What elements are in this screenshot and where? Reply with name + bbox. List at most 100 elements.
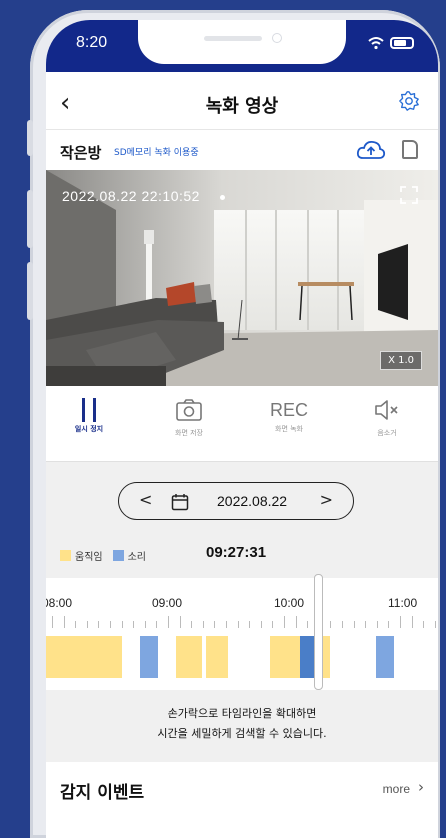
mute-button[interactable]: 음소거 xyxy=(352,398,422,438)
camera-icon xyxy=(176,399,202,421)
phone-side-button xyxy=(27,190,33,248)
timeline-tick xyxy=(110,621,111,628)
speaker-grille xyxy=(204,36,262,41)
hour-label: 10:00 xyxy=(274,596,305,610)
date-picker: < 2022.08.22 > xyxy=(118,482,354,520)
timeline-tick xyxy=(63,616,65,628)
timeline-tick xyxy=(144,621,146,628)
timeline-tick xyxy=(226,621,227,628)
legend-sound: 소리 xyxy=(112,548,147,563)
sound-segment[interactable] xyxy=(376,636,394,678)
wifi-icon xyxy=(368,37,384,50)
battery-icon xyxy=(390,37,414,49)
timeline-tick xyxy=(214,621,216,628)
legend-sound-label: 소리 xyxy=(127,552,147,563)
timeline-tick xyxy=(98,621,100,628)
status-bar: 8:20 xyxy=(46,20,438,72)
sd-card-icon[interactable] xyxy=(402,140,418,159)
next-date-button[interactable]: > xyxy=(320,490,333,509)
zoom-badge[interactable]: X 1.0 xyxy=(380,351,422,370)
timeline-track[interactable]: 08:00 09:00 10:00 11:00 xyxy=(46,574,438,690)
hour-label: 09:00 xyxy=(152,596,183,610)
timeline-tick xyxy=(400,616,401,628)
timeline-tick xyxy=(342,621,343,628)
motion-swatch xyxy=(60,550,71,561)
phone-notch xyxy=(138,20,346,64)
timeline-tick xyxy=(295,616,297,628)
hour-label: 08:00 xyxy=(46,596,73,610)
timeline-tick xyxy=(249,621,251,628)
timeline-tick xyxy=(156,621,158,628)
app-header: ‹ 녹화 영상 xyxy=(46,78,438,130)
sound-segment[interactable] xyxy=(140,636,158,678)
camera-name: 작은방 xyxy=(60,144,102,162)
timeline-playhead[interactable] xyxy=(314,574,323,690)
mute-icon xyxy=(375,400,398,420)
status-time: 8:20 xyxy=(76,34,108,51)
record-label: 화면 녹화 xyxy=(275,425,303,433)
timeline-tick xyxy=(202,621,204,628)
page-title: 녹화 영상 xyxy=(205,96,279,117)
phone-side-button xyxy=(27,120,33,156)
mute-label: 음소거 xyxy=(377,429,397,437)
timeline-tick xyxy=(75,621,77,628)
timeline-tick xyxy=(330,621,332,628)
timeline-tick xyxy=(307,621,309,628)
screenshot-label: 화면 저장 xyxy=(175,429,203,437)
cloud-upload-icon[interactable] xyxy=(356,138,386,162)
motion-segment[interactable] xyxy=(206,636,228,678)
timeline-legend: 움직임 소리 xyxy=(60,548,156,563)
current-time: 09:27:31 xyxy=(206,544,267,561)
timeline-tick xyxy=(365,621,367,628)
timeline-tick xyxy=(388,621,390,628)
fullscreen-icon[interactable] xyxy=(400,186,418,204)
timeline-tick xyxy=(179,616,181,628)
timeline-tick xyxy=(423,621,425,628)
video-timestamp: 2022.08.22 22:10:52 xyxy=(62,188,200,204)
app-screen: 8:20 ‹ 녹화 영상 작은방 SD메모리 녹화 이용중 2022.08.22… xyxy=(46,20,438,838)
timeline-tick xyxy=(168,616,169,628)
record-button[interactable]: REC 화면 녹화 xyxy=(254,398,324,434)
front-camera xyxy=(272,33,282,43)
video-player[interactable]: 2022.08.22 22:10:52 X 1.0 xyxy=(46,170,438,386)
gear-icon[interactable] xyxy=(398,90,420,112)
timeline-tick xyxy=(353,621,355,628)
timeline-tick xyxy=(376,621,378,628)
timeline-tick xyxy=(272,621,274,628)
pause-label: 일시 정지 xyxy=(74,425,104,433)
recording-dot xyxy=(220,195,225,200)
playback-controls: 일시 정지 화면 저장 REC 화면 녹화 음소거 xyxy=(46,386,438,462)
timeline-hint: 손가락으로 타임라인을 확대하면 시간을 세밀하게 검색할 수 있습니다. xyxy=(46,704,438,744)
sound-swatch xyxy=(112,550,124,561)
events-title: 감지 이벤트 xyxy=(60,783,145,803)
hint-line-1: 손가락으로 타임라인을 확대하면 xyxy=(167,707,317,720)
prev-date-button[interactable]: < xyxy=(139,490,152,509)
timeline-area: < 2022.08.22 > 움직임 소리 09:27:31 08:00 0 xyxy=(46,462,438,762)
events-section: 감지 이벤트 more › xyxy=(46,762,438,838)
motion-segment[interactable] xyxy=(46,636,122,678)
timeline-tick xyxy=(121,621,123,628)
selected-date: 2022.08.22 xyxy=(217,493,288,509)
pause-button[interactable]: 일시 정지 xyxy=(54,398,124,434)
hint-line-2: 시간을 세밀하게 검색할 수 있습니다. xyxy=(157,727,327,740)
screenshot-button[interactable]: 화면 저장 xyxy=(154,398,224,438)
timeline-tick xyxy=(411,616,413,628)
more-link[interactable]: more xyxy=(383,782,410,796)
rec-icon: REC xyxy=(269,400,308,420)
timeline-tick xyxy=(284,616,285,628)
timeline-tick xyxy=(237,621,239,628)
timeline-tick xyxy=(133,621,135,628)
legend-motion-label: 움직임 xyxy=(75,552,103,563)
legend-motion: 움직임 xyxy=(60,548,103,563)
chevron-right-icon[interactable]: › xyxy=(418,778,424,796)
hour-label: 11:00 xyxy=(388,596,418,610)
sd-status-label: SD메모리 녹화 이용중 xyxy=(114,148,199,158)
timeline-tick xyxy=(434,621,436,628)
motion-segment[interactable] xyxy=(270,636,300,678)
timeline-tick xyxy=(260,621,262,628)
camera-info-row: 작은방 SD메모리 녹화 이용중 xyxy=(46,130,438,170)
timeline-tick xyxy=(191,621,193,628)
calendar-icon[interactable] xyxy=(171,493,189,511)
timeline-tick xyxy=(86,621,88,628)
motion-segment[interactable] xyxy=(176,636,202,678)
